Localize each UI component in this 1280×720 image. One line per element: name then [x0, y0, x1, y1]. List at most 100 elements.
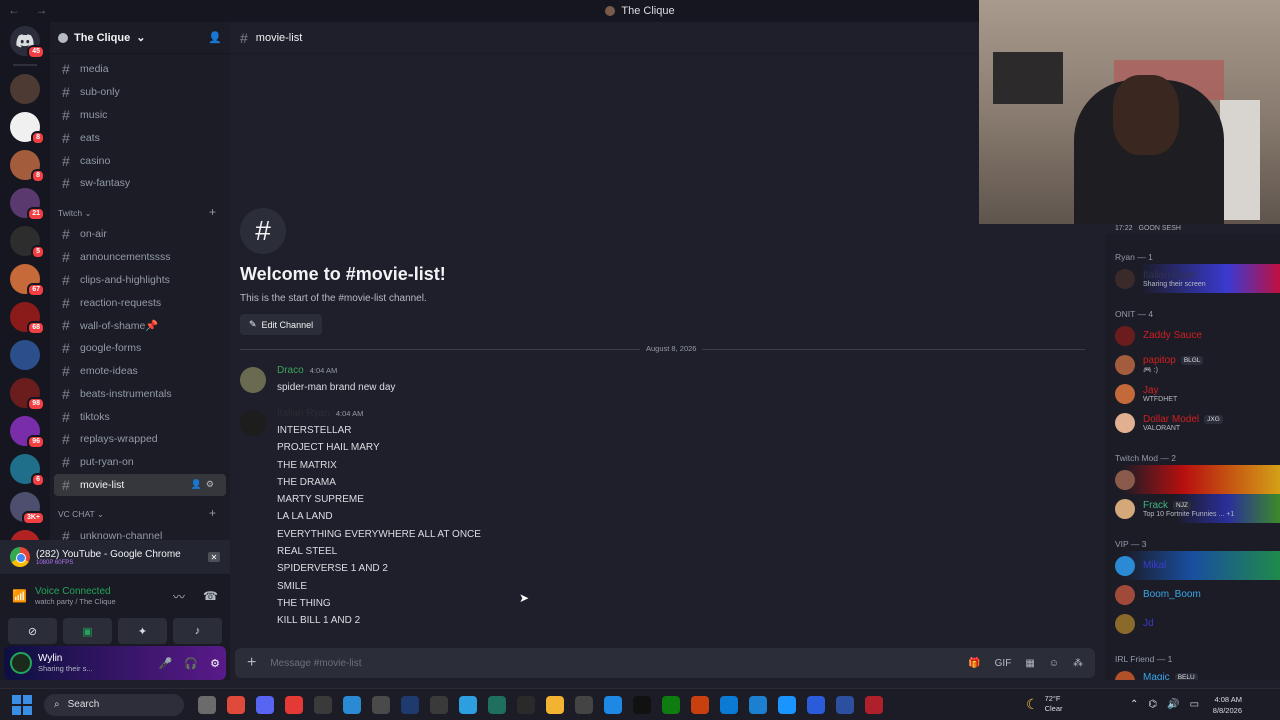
noise-suppression-icon[interactable]: 〰	[173, 588, 185, 605]
sticker-icon[interactable]: ▦	[1025, 658, 1034, 669]
avatar[interactable]	[10, 652, 32, 674]
channel-item[interactable]: # on-air	[54, 223, 226, 246]
member-item[interactable]: Jay WTFDHET	[1105, 379, 1280, 408]
stop-share-icon[interactable]: ✕	[208, 552, 220, 562]
headset-icon[interactable]: 🎧	[184, 657, 198, 670]
server-header[interactable]: The Clique ⌄ 👤	[50, 22, 230, 54]
channel-item[interactable]: # reaction-requests	[54, 291, 226, 314]
channel-item[interactable]: # unknown-channel	[54, 524, 226, 540]
channel-item[interactable]: # clips-and-highlights	[54, 268, 226, 291]
network-icon[interactable]: ⌬	[1148, 699, 1157, 710]
voice-channel-label[interactable]: watch party / The Clique	[35, 597, 155, 606]
taskbar-app-icon[interactable]	[865, 695, 883, 714]
taskbar-app-icon[interactable]	[256, 695, 274, 714]
taskbar-app-icon[interactable]	[198, 695, 216, 714]
author-name[interactable]: Italian Ryan	[277, 408, 330, 419]
volume-icon[interactable]: 🔊	[1167, 699, 1179, 710]
taskbar-app-icon[interactable]	[604, 695, 622, 714]
soundboard-button[interactable]: ♪	[173, 618, 222, 644]
member-item[interactable]: Boom_Boom	[1105, 580, 1280, 609]
channel-item[interactable]: # music	[54, 104, 226, 127]
taskbar-app-icon[interactable]	[372, 695, 390, 714]
taskbar-app-icon[interactable]	[633, 695, 651, 714]
member-item[interactable]	[1105, 465, 1280, 494]
member-item[interactable]: Zaddy Sauce	[1105, 321, 1280, 350]
member-item[interactable]: Dollar Model JXG VALORANT	[1105, 408, 1280, 437]
avatar[interactable]	[240, 367, 266, 393]
settings-gear-icon[interactable]: ⚙	[210, 657, 220, 670]
taskbar-app-icon[interactable]	[314, 695, 332, 714]
member-item[interactable]: papitop BLGL 🎮 :)	[1105, 350, 1280, 379]
taskbar-app-icon[interactable]	[749, 695, 767, 714]
taskbar-app-icon[interactable]	[720, 695, 738, 714]
camera-off-button[interactable]: ⊘	[8, 618, 57, 644]
discord-home-button[interactable]: 45	[10, 26, 45, 59]
server-icon[interactable]: 21	[10, 188, 45, 221]
add-attachment-icon[interactable]: +	[247, 654, 256, 672]
channel-item[interactable]: # google-forms	[54, 337, 226, 360]
channel-item[interactable]: # beats-instrumentals	[54, 382, 226, 405]
server-icon[interactable]: 8	[10, 112, 45, 145]
channel-item[interactable]: # put-ryan-on	[54, 451, 226, 474]
avatar[interactable]	[240, 410, 266, 436]
invite-people-icon[interactable]: 👤	[208, 31, 222, 44]
server-icon[interactable]: 96	[10, 416, 45, 449]
taskbar-clock[interactable]: 4:08 AM 8/8/2026	[1206, 694, 1242, 716]
taskbar-app-icon[interactable]	[807, 695, 825, 714]
server-icon[interactable]: 6	[10, 454, 45, 487]
server-icon[interactable]: 3K+	[10, 492, 45, 525]
server-icon[interactable]	[10, 74, 40, 104]
disconnect-icon[interactable]: ☎	[203, 589, 218, 603]
gift-icon[interactable]: 🎁	[968, 658, 980, 669]
taskbar-app-icon[interactable]	[430, 695, 448, 714]
server-icon[interactable]	[10, 340, 40, 370]
member-item[interactable]: Frack NJZ Top 10 Fortnite Funnies ... +1	[1105, 494, 1280, 523]
taskbar-app-icon[interactable]	[836, 695, 854, 714]
gif-icon[interactable]: GIF	[995, 658, 1012, 669]
screen-share-bar[interactable]: (282) YouTube - Google Chrome 1080P 60FPS…	[0, 540, 230, 574]
member-item[interactable]: Jd	[1105, 609, 1280, 638]
add-channel-icon[interactable]: +	[209, 205, 216, 219]
taskbar-app-icon[interactable]	[575, 695, 593, 714]
microphone-icon[interactable]: 🎤	[159, 657, 173, 670]
chevron-up-icon[interactable]: ⌃	[1130, 699, 1138, 710]
channel-item[interactable]: # movie-list 👤⚙	[54, 473, 226, 497]
category-twitch[interactable]: Twitch ⌄ +	[50, 201, 230, 223]
signal-icon[interactable]: 📶	[12, 589, 27, 603]
taskbar-app-icon[interactable]	[227, 695, 245, 714]
server-icon[interactable]: 98	[10, 378, 45, 411]
channel-item[interactable]: # casino	[54, 149, 226, 172]
server-icon[interactable]: 5	[10, 226, 45, 259]
emoji-icon[interactable]: ☺	[1049, 658, 1059, 669]
nav-arrows[interactable]: ← →	[8, 3, 53, 17]
member-item[interactable]: Mikal	[1105, 551, 1280, 580]
channel-item[interactable]: # sw-fantasy	[54, 172, 226, 195]
windows-start-icon[interactable]	[12, 694, 32, 715]
apps-icon[interactable]: ⁂	[1073, 658, 1083, 669]
channel-item[interactable]: # eats	[54, 126, 226, 149]
channel-item[interactable]: # replays-wrapped	[54, 428, 226, 451]
channel-item[interactable]: # sub-only	[54, 81, 226, 104]
taskbar-search[interactable]: ⌕ Search	[44, 693, 184, 716]
server-icon[interactable]: 8	[10, 150, 45, 183]
taskbar-app-icon[interactable]	[778, 695, 796, 714]
weather-widget[interactable]: ☾ 72°F Clear	[1026, 694, 1063, 714]
battery-icon[interactable]: ▭	[1190, 699, 1199, 710]
category-vc-chat[interactable]: VC CHAT ⌄ +	[50, 502, 230, 524]
server-icon[interactable]: 67	[10, 264, 45, 297]
channel-item[interactable]: # tiktoks	[54, 405, 226, 428]
add-channel-icon[interactable]: +	[209, 506, 216, 520]
taskbar-app-icon[interactable]	[401, 695, 419, 714]
taskbar-app-icon[interactable]	[488, 695, 506, 714]
author-name[interactable]: Draco	[277, 365, 304, 376]
screen-share-button[interactable]: ▣	[63, 618, 112, 644]
channel-item[interactable]: # media	[54, 58, 226, 81]
taskbar-app-icon[interactable]	[459, 695, 477, 714]
channel-item[interactable]: # announcementssss	[54, 246, 226, 269]
channel-settings-icon[interactable]: 👤⚙	[191, 479, 218, 490]
member-item[interactable]: Italian Ryan Sharing their screen	[1105, 264, 1280, 293]
edit-channel-button[interactable]: ✎ Edit Channel	[240, 314, 323, 335]
channel-item[interactable]: # emote-ideas	[54, 360, 226, 383]
taskbar-app-icon[interactable]	[691, 695, 709, 714]
server-icon[interactable]: 68	[10, 302, 45, 335]
